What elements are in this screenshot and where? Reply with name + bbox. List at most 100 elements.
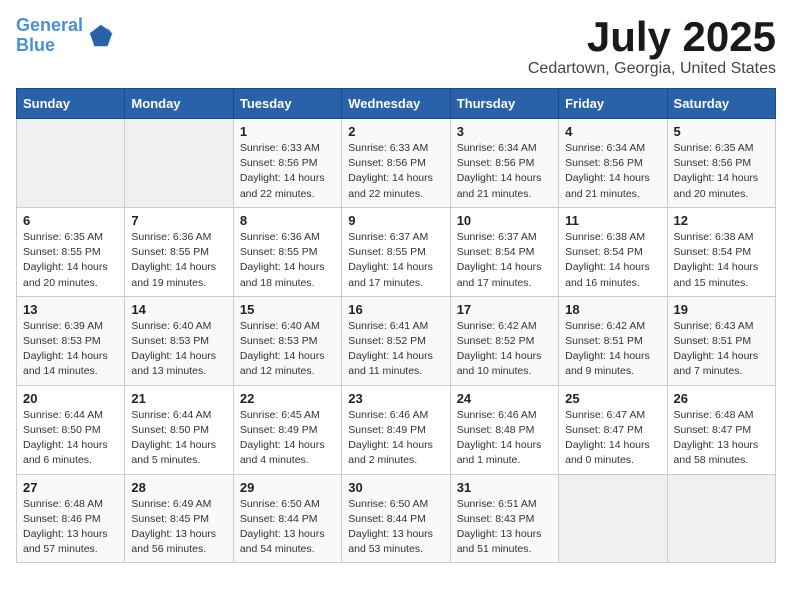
day-info: Sunrise: 6:43 AM Sunset: 8:51 PM Dayligh… [674, 319, 769, 380]
day-info: Sunrise: 6:38 AM Sunset: 8:54 PM Dayligh… [565, 230, 660, 291]
day-info: Sunrise: 6:35 AM Sunset: 8:56 PM Dayligh… [674, 141, 769, 202]
calendar-cell: 19 Sunrise: 6:43 AM Sunset: 8:51 PM Dayli… [667, 296, 775, 385]
calendar-header-row: SundayMondayTuesdayWednesdayThursdayFrid… [17, 89, 776, 119]
day-number: 28 [131, 480, 226, 495]
day-number: 27 [23, 480, 118, 495]
calendar-cell: 27Sunrise: 6:48 AM Sunset: 8:46 PM Dayli… [17, 474, 125, 563]
day-info: Sunrise: 6:50 AM Sunset: 8:44 PM Dayligh… [240, 497, 335, 558]
day-info: Sunrise: 6:40 AM Sunset: 8:53 PM Dayligh… [131, 319, 226, 380]
day-number: 19 [674, 302, 769, 317]
day-of-week-header: Tuesday [233, 89, 341, 119]
day-number: 25 [565, 391, 660, 406]
calendar-cell: 5 Sunrise: 6:35 AM Sunset: 8:56 PM Daylig… [667, 119, 775, 208]
logo-icon [87, 22, 115, 50]
day-number: 12 [674, 213, 769, 228]
calendar-week-row: 27Sunrise: 6:48 AM Sunset: 8:46 PM Dayli… [17, 474, 776, 563]
day-number: 24 [457, 391, 552, 406]
day-number: 3 [457, 124, 552, 139]
day-info: Sunrise: 6:34 AM Sunset: 8:56 PM Dayligh… [565, 141, 660, 202]
day-number: 16 [348, 302, 443, 317]
day-info: Sunrise: 6:51 AM Sunset: 8:43 PM Dayligh… [457, 497, 552, 558]
day-info: Sunrise: 6:41 AM Sunset: 8:52 PM Dayligh… [348, 319, 443, 380]
day-info: Sunrise: 6:33 AM Sunset: 8:56 PM Dayligh… [240, 141, 335, 202]
day-info: Sunrise: 6:42 AM Sunset: 8:52 PM Dayligh… [457, 319, 552, 380]
day-info: Sunrise: 6:36 AM Sunset: 8:55 PM Dayligh… [240, 230, 335, 291]
day-of-week-header: Thursday [450, 89, 558, 119]
calendar-cell: 22 Sunrise: 6:45 AM Sunset: 8:49 PM Dayli… [233, 385, 341, 474]
calendar-cell: 15Sunrise: 6:40 AM Sunset: 8:53 PM Dayli… [233, 296, 341, 385]
day-number: 4 [565, 124, 660, 139]
day-number: 15 [240, 302, 335, 317]
calendar-cell: 29 Sunrise: 6:50 AM Sunset: 8:44 PM Dayli… [233, 474, 341, 563]
day-info: Sunrise: 6:48 AM Sunset: 8:47 PM Dayligh… [674, 408, 769, 469]
calendar-cell: 24 Sunrise: 6:46 AM Sunset: 8:48 PM Dayli… [450, 385, 558, 474]
calendar-cell: 11 Sunrise: 6:38 AM Sunset: 8:54 PM Dayli… [559, 207, 667, 296]
calendar-cell: 21Sunrise: 6:44 AM Sunset: 8:50 PM Dayli… [125, 385, 233, 474]
calendar-cell: 28 Sunrise: 6:49 AM Sunset: 8:45 PM Dayli… [125, 474, 233, 563]
calendar-cell: 2 Sunrise: 6:33 AM Sunset: 8:56 PM Daylig… [342, 119, 450, 208]
day-number: 14 [131, 302, 226, 317]
calendar-cell: 14 Sunrise: 6:40 AM Sunset: 8:53 PM Dayli… [125, 296, 233, 385]
day-number: 18 [565, 302, 660, 317]
day-number: 9 [348, 213, 443, 228]
day-info: Sunrise: 6:46 AM Sunset: 8:48 PM Dayligh… [457, 408, 552, 469]
calendar-cell: 9Sunrise: 6:37 AM Sunset: 8:55 PM Daylig… [342, 207, 450, 296]
day-info: Sunrise: 6:38 AM Sunset: 8:54 PM Dayligh… [674, 230, 769, 291]
day-number: 17 [457, 302, 552, 317]
day-number: 29 [240, 480, 335, 495]
day-of-week-header: Saturday [667, 89, 775, 119]
calendar-cell: 6 Sunrise: 6:35 AM Sunset: 8:55 PM Daylig… [17, 207, 125, 296]
title-area: July 2025 Cedartown, Georgia, United Sta… [528, 16, 776, 78]
day-number: 22 [240, 391, 335, 406]
day-of-week-header: Friday [559, 89, 667, 119]
calendar-cell: 23 Sunrise: 6:46 AM Sunset: 8:49 PM Dayli… [342, 385, 450, 474]
calendar-cell [125, 119, 233, 208]
day-number: 11 [565, 213, 660, 228]
page-header: GeneralBlue July 2025 Cedartown, Georgia… [16, 16, 776, 78]
day-info: Sunrise: 6:49 AM Sunset: 8:45 PM Dayligh… [131, 497, 226, 558]
day-number: 31 [457, 480, 552, 495]
calendar-cell: 3 Sunrise: 6:34 AM Sunset: 8:56 PM Daylig… [450, 119, 558, 208]
day-number: 21 [131, 391, 226, 406]
day-info: Sunrise: 6:36 AM Sunset: 8:55 PM Dayligh… [131, 230, 226, 291]
day-info: Sunrise: 6:37 AM Sunset: 8:54 PM Dayligh… [457, 230, 552, 291]
calendar-cell: 1 Sunrise: 6:33 AM Sunset: 8:56 PM Daylig… [233, 119, 341, 208]
calendar-table: SundayMondayTuesdayWednesdayThursdayFrid… [16, 88, 776, 563]
day-info: Sunrise: 6:33 AM Sunset: 8:56 PM Dayligh… [348, 141, 443, 202]
day-number: 10 [457, 213, 552, 228]
calendar-cell: 7 Sunrise: 6:36 AM Sunset: 8:55 PM Daylig… [125, 207, 233, 296]
calendar-cell: 8Sunrise: 6:36 AM Sunset: 8:55 PM Daylig… [233, 207, 341, 296]
day-info: Sunrise: 6:42 AM Sunset: 8:51 PM Dayligh… [565, 319, 660, 380]
day-of-week-header: Monday [125, 89, 233, 119]
day-number: 23 [348, 391, 443, 406]
day-info: Sunrise: 6:35 AM Sunset: 8:55 PM Dayligh… [23, 230, 118, 291]
day-info: Sunrise: 6:34 AM Sunset: 8:56 PM Dayligh… [457, 141, 552, 202]
day-info: Sunrise: 6:46 AM Sunset: 8:49 PM Dayligh… [348, 408, 443, 469]
calendar-week-row: 1 Sunrise: 6:33 AM Sunset: 8:56 PM Daylig… [17, 119, 776, 208]
day-number: 2 [348, 124, 443, 139]
calendar-week-row: 13Sunrise: 6:39 AM Sunset: 8:53 PM Dayli… [17, 296, 776, 385]
day-of-week-header: Wednesday [342, 89, 450, 119]
day-number: 20 [23, 391, 118, 406]
calendar-cell: 25 Sunrise: 6:47 AM Sunset: 8:47 PM Dayli… [559, 385, 667, 474]
day-info: Sunrise: 6:50 AM Sunset: 8:44 PM Dayligh… [348, 497, 443, 558]
calendar-cell: 4 Sunrise: 6:34 AM Sunset: 8:56 PM Daylig… [559, 119, 667, 208]
day-number: 7 [131, 213, 226, 228]
day-number: 1 [240, 124, 335, 139]
calendar-cell: 31 Sunrise: 6:51 AM Sunset: 8:43 PM Dayli… [450, 474, 558, 563]
day-number: 13 [23, 302, 118, 317]
day-info: Sunrise: 6:45 AM Sunset: 8:49 PM Dayligh… [240, 408, 335, 469]
calendar-cell [17, 119, 125, 208]
calendar-cell: 30 Sunrise: 6:50 AM Sunset: 8:44 PM Dayli… [342, 474, 450, 563]
day-number: 5 [674, 124, 769, 139]
calendar-cell: 18 Sunrise: 6:42 AM Sunset: 8:51 PM Dayli… [559, 296, 667, 385]
calendar-cell: 12 Sunrise: 6:38 AM Sunset: 8:54 PM Dayli… [667, 207, 775, 296]
day-number: 6 [23, 213, 118, 228]
calendar-cell: 16 Sunrise: 6:41 AM Sunset: 8:52 PM Dayli… [342, 296, 450, 385]
calendar-cell [667, 474, 775, 563]
day-of-week-header: Sunday [17, 89, 125, 119]
day-info: Sunrise: 6:47 AM Sunset: 8:47 PM Dayligh… [565, 408, 660, 469]
day-number: 30 [348, 480, 443, 495]
logo-text: GeneralBlue [16, 16, 83, 56]
calendar-cell: 20Sunrise: 6:44 AM Sunset: 8:50 PM Dayli… [17, 385, 125, 474]
